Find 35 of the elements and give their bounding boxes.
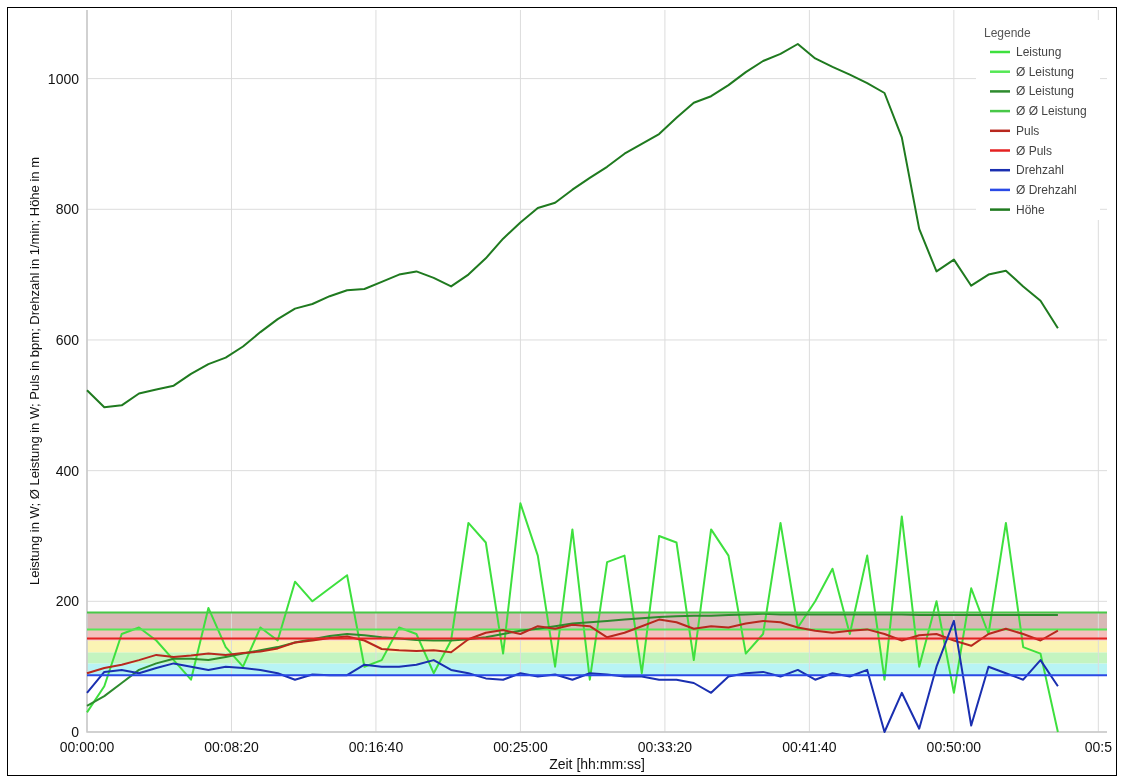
legend-label: Ø Leistung bbox=[1016, 84, 1075, 99]
legend-line-icon bbox=[990, 129, 1010, 133]
legend-label: Ø Leistung bbox=[1016, 64, 1075, 79]
axis-tick-label: 00:50:00 bbox=[926, 739, 982, 755]
axis-tick-label: 1000 bbox=[47, 70, 79, 87]
legend-label: Drehzahl bbox=[1016, 163, 1065, 178]
legend-line-icon bbox=[990, 149, 1010, 152]
axis-tick-label: 200 bbox=[55, 593, 79, 610]
axis-tick-label: 600 bbox=[55, 331, 79, 348]
axis-tick-label: 00:16:40 bbox=[348, 739, 404, 755]
legend-label: Ø Ø Leistung bbox=[1016, 104, 1087, 119]
axis-tick-label: 00:5 bbox=[1084, 739, 1112, 755]
legend-line-icon bbox=[990, 208, 1010, 211]
legend-label: Leistung bbox=[1016, 45, 1062, 59]
legend-title: Legende bbox=[984, 26, 1031, 40]
axis-title: Leistung in W; Ø Leistung in W; Puls in bpm; Drehzahl in 1/min; Höhe in m bbox=[27, 157, 42, 585]
legend-label: Höhe bbox=[1016, 202, 1045, 217]
axis-tick-label: 800 bbox=[55, 201, 79, 218]
axis-tick-label: 00:33:20 bbox=[637, 739, 693, 755]
legend-label: Puls bbox=[1016, 123, 1040, 138]
axis-tick-label: 00:41:40 bbox=[782, 739, 837, 755]
legend-line-icon bbox=[990, 188, 1010, 192]
legend-line-icon bbox=[990, 109, 1010, 113]
legend-line-icon bbox=[990, 50, 1010, 54]
legend-line-icon bbox=[990, 90, 1010, 93]
axis-tick-label: 0 bbox=[71, 724, 79, 740]
legend-line-icon bbox=[990, 168, 1010, 172]
legend-label: Ø Puls bbox=[1016, 143, 1052, 158]
axis-tick-label: 00:00:00 bbox=[59, 739, 115, 755]
axis-tick-label: 00:25:00 bbox=[493, 739, 548, 755]
axis-tick-label: 00:08:20 bbox=[204, 739, 259, 755]
axis-title: Zeit [hh:mm:ss] bbox=[549, 756, 645, 772]
axis-tick-label: 400 bbox=[55, 462, 79, 479]
legend-label: Ø Drehzahl bbox=[1016, 182, 1077, 197]
legend-line-icon bbox=[990, 70, 1010, 73]
